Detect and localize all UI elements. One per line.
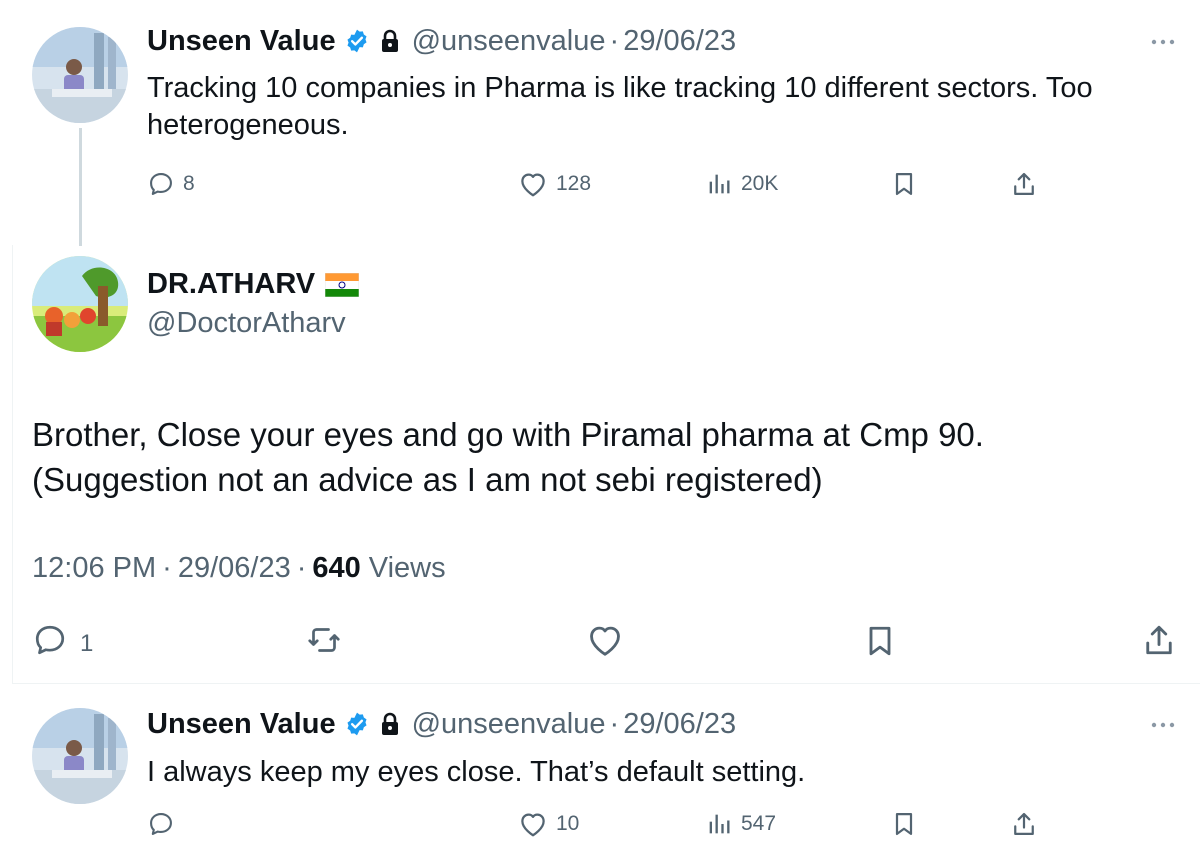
tweet1-author-name[interactable]: Unseen Value: [147, 25, 336, 58]
avatar-unseen-value[interactable]: [32, 708, 128, 804]
tweet3-text: I always keep my eyes close. That’s defa…: [147, 756, 806, 788]
section-divider: [12, 683, 1200, 684]
main-tweet-text: Brother, Close your eyes and go with Pir…: [32, 412, 984, 502]
main-tweet-meta: 12:06 PM · 29/06/23 · 640 Views: [32, 552, 446, 585]
main-views-label: Views: [368, 552, 446, 584]
tweet3-bookmark-button[interactable]: [890, 810, 918, 838]
bookmark-icon: [890, 810, 918, 838]
tweet1-view-count: 20K: [741, 172, 779, 195]
main-text-line2: (Suggestion not an advice as I am not se…: [32, 461, 823, 498]
like-icon: [518, 810, 548, 838]
tweet3-header: Unseen Value @unseenvalue · 29/06/23: [147, 704, 736, 744]
tweet3-view-count: 547: [741, 812, 777, 835]
left-border: [12, 245, 13, 683]
tweet3-author-name[interactable]: Unseen Value: [147, 708, 336, 741]
tweet1-share-button[interactable]: [1010, 170, 1038, 198]
tweet1-views-button[interactable]: 20K: [705, 170, 778, 198]
main-author-handle[interactable]: @DoctorAtharv: [147, 307, 346, 340]
tweet1-handle[interactable]: @unseenvalue: [412, 25, 606, 58]
tweet3-views-button[interactable]: 547: [705, 810, 776, 838]
tweet3-reply-button[interactable]: [147, 810, 175, 838]
share-icon: [1141, 622, 1177, 665]
avatar-unseen-value[interactable]: [32, 27, 128, 123]
main-bookmark-button[interactable]: [862, 622, 898, 667]
main-like-button[interactable]: [586, 622, 624, 665]
main-meta-separator-2: ·: [296, 552, 307, 584]
retweet-icon: [305, 622, 343, 665]
like-icon: [518, 170, 548, 198]
reply-icon: [147, 170, 175, 198]
tweet3-share-button[interactable]: [1010, 810, 1038, 838]
tweet1-separator: ·: [609, 24, 620, 57]
tweet1-like-button[interactable]: 128: [518, 170, 591, 198]
main-text-line1: Brother, Close your eyes and go with Pir…: [32, 416, 984, 453]
main-date[interactable]: 29/06/23: [178, 552, 291, 585]
bookmark-icon: [862, 622, 898, 667]
reply-icon: [32, 622, 68, 665]
tweet1-text: Tracking 10 companies in Pharma is like …: [147, 72, 1093, 141]
tweet3-separator: ·: [609, 707, 620, 740]
tweet3-like-button[interactable]: 10: [518, 810, 579, 838]
tweet1-reply-button[interactable]: 8: [147, 170, 195, 198]
main-meta-separator-1: ·: [162, 552, 172, 584]
views-icon: [705, 810, 733, 838]
tweet1-date[interactable]: 29/06/23: [623, 25, 736, 58]
tweet3-like-count: 10: [556, 812, 580, 835]
lock-icon: [380, 712, 400, 736]
tweet1-reply-count: 8: [183, 172, 195, 195]
lock-icon: [380, 29, 400, 53]
verified-badge-icon: [344, 711, 370, 737]
main-author-header: DR.ATHARV: [147, 268, 360, 301]
thread-connector-line: [79, 128, 82, 246]
main-retweet-button[interactable]: [305, 622, 343, 665]
main-reply-count: 1: [80, 629, 94, 657]
share-icon: [1010, 810, 1038, 838]
like-icon: [586, 622, 624, 665]
main-views-count: 640: [312, 552, 361, 584]
more-icon[interactable]: [1148, 710, 1178, 740]
verified-badge-icon: [344, 28, 370, 54]
tweet1-header: Unseen Value @unseenvalue · 29/06/23: [147, 21, 736, 61]
tweet1-like-count: 128: [556, 172, 592, 195]
main-time[interactable]: 12:06 PM: [32, 552, 156, 585]
reply-icon: [147, 810, 175, 838]
tweet3-date[interactable]: 29/06/23: [623, 708, 736, 741]
views-icon: [705, 170, 733, 198]
bookmark-icon: [890, 170, 918, 198]
share-icon: [1010, 170, 1038, 198]
avatar-doctor-atharv[interactable]: [32, 256, 128, 352]
tweet1-bookmark-button[interactable]: [890, 170, 918, 198]
india-flag-icon: [325, 272, 360, 297]
main-reply-button[interactable]: 1: [32, 622, 93, 665]
more-icon[interactable]: [1148, 27, 1178, 57]
tweet3-handle[interactable]: @unseenvalue: [412, 708, 606, 741]
main-author-name[interactable]: DR.ATHARV: [147, 268, 315, 301]
main-share-button[interactable]: [1141, 622, 1177, 665]
